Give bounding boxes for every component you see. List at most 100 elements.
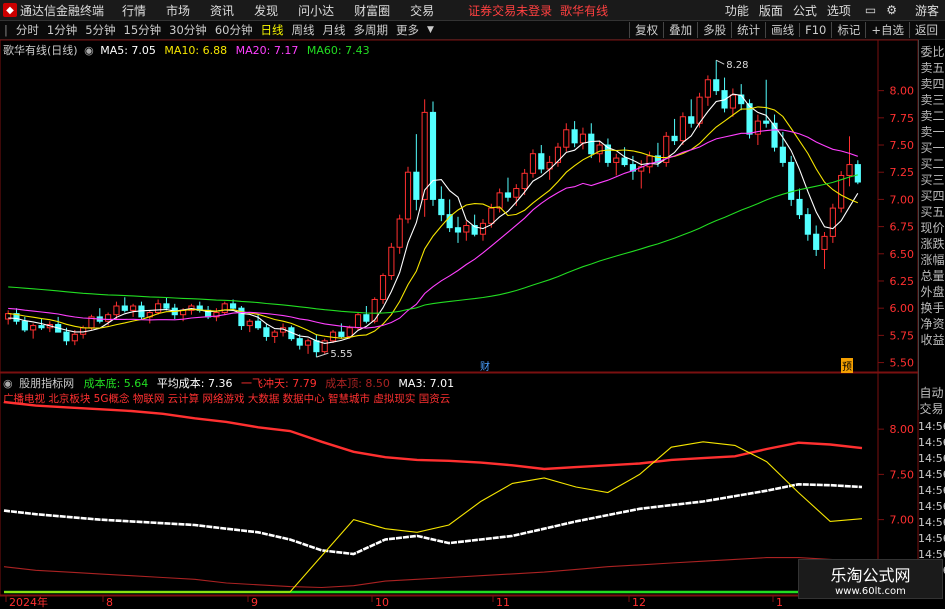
candle-up <box>221 303 228 314</box>
candle-up <box>488 207 495 224</box>
candle-down <box>438 198 445 216</box>
side-panel-item[interactable]: 总量 <box>919 268 945 284</box>
candle-down <box>296 338 303 346</box>
side-panel-item[interactable]: 换手 <box>919 300 945 316</box>
candle-up <box>513 188 520 198</box>
side-panel-item[interactable]: 现价 <box>919 220 945 236</box>
candle-down <box>804 214 811 235</box>
legend-avg-cost: 平均成本: 7.36 <box>156 377 233 390</box>
side-panel-item[interactable]: 买五 <box>919 204 945 220</box>
quote-side-panel: 委比 卖五 卖四 卖三 卖二 卖一 买一 买二 买三 买四 买五 现价 涨跌 涨幅 总量 外盘 换手 净资 收益 <box>918 40 945 410</box>
sub-time-label: 14:56 <box>918 484 945 497</box>
candle-down <box>163 303 170 309</box>
candle-down <box>63 331 70 342</box>
candle-down <box>779 146 786 163</box>
candle-down <box>538 153 545 170</box>
side-panel-item[interactable]: 买一 <box>919 140 945 156</box>
candle-up <box>329 331 337 342</box>
candle-down <box>763 120 770 124</box>
event-marker-finance[interactable]: 财 <box>480 358 490 373</box>
sub-time-label: 14:56 <box>918 436 945 449</box>
candle-up <box>613 157 620 163</box>
sub-tick-label: 8.00 <box>890 423 915 436</box>
main-plot: 8.28 5.55 <box>5 59 861 360</box>
sub-time-labels: 14:56 14:56 14:56 14:56 14:56 14:56 14:56 14:56… <box>918 420 945 580</box>
candle-up <box>130 305 137 311</box>
candle-up <box>829 207 836 237</box>
candle-down <box>121 305 128 311</box>
extreme-pointer <box>715 59 725 65</box>
candle-down <box>454 227 462 233</box>
candle-up <box>71 333 78 342</box>
sub-time-label: 14:56 <box>918 452 945 465</box>
candle-up <box>246 320 253 327</box>
price-tick-label: 6.25 <box>890 275 915 288</box>
candle-down <box>813 233 820 250</box>
candle-up <box>346 327 353 337</box>
side-panel-item[interactable]: 买四 <box>919 188 945 204</box>
legend-cost-top: 成本顶: 8.50 <box>325 377 390 390</box>
main-legend-name: 歌华有线(日线) <box>3 44 78 57</box>
candle-up <box>521 172 528 190</box>
price-tick-label: 5.75 <box>890 329 915 342</box>
side-panel-item[interactable]: 委比 <box>919 44 945 60</box>
side-panel-item[interactable]: 卖三 <box>919 92 945 108</box>
candle-down <box>429 111 437 200</box>
candle-up <box>105 314 112 322</box>
sub-time-label: 14:56 <box>918 500 945 513</box>
side-panel-item[interactable]: 卖五 <box>919 60 945 76</box>
side-panel-item[interactable]: 涨幅 <box>919 252 945 268</box>
price-chart[interactable]: 8.28 5.55 8.00 7.75 7.50 7.25 7.00 6.75 6.50 6.2… <box>0 0 945 609</box>
side-panel-item[interactable]: 收益 <box>919 332 945 348</box>
price-tick-label: 7.75 <box>890 112 915 125</box>
main-legend-settings-icon[interactable]: ◉ <box>84 44 94 57</box>
legend-ma20: MA20: 7.17 <box>235 44 299 57</box>
candle-down <box>504 192 512 198</box>
date-tick-label: 2024年 <box>9 595 48 609</box>
candle-down <box>788 161 795 200</box>
date-tick-label: 9 <box>251 596 258 609</box>
side-panel-item[interactable]: 买三 <box>919 172 945 188</box>
candle-up <box>421 111 428 200</box>
side-panel-item[interactable]: 涨跌 <box>919 236 945 252</box>
auto-label[interactable]: 自动 <box>918 385 945 401</box>
candle-up <box>155 303 162 314</box>
side-panel-item[interactable]: 买二 <box>919 156 945 172</box>
trade-label[interactable]: 交易 <box>918 401 945 417</box>
price-tick-label: 7.00 <box>890 193 915 206</box>
side-panel-item[interactable]: 净资 <box>919 316 945 332</box>
candle-up <box>379 275 387 300</box>
sub-legend: ◉ 股朋指标网 成本底: 5.64 平均成本: 7.36 一飞冲天: 7.79 … <box>3 375 454 391</box>
candle-up <box>388 246 395 277</box>
sub-line <box>3 400 863 471</box>
main-legend: 歌华有线(日线) ◉ MA5: 7.05 MA10: 6.88 MA20: 7.… <box>3 42 370 58</box>
date-tick-label: 12 <box>632 596 646 609</box>
sub-settings-icon[interactable]: ◉ <box>3 377 13 390</box>
side-panel-item[interactable]: 卖一 <box>919 124 945 140</box>
candle-down <box>621 157 628 166</box>
side-panel-item[interactable]: 外盘 <box>919 284 945 300</box>
event-marker-forecast[interactable]: 预 <box>841 358 853 373</box>
legend-ma3: MA3: 7.01 <box>398 377 455 390</box>
candle-up <box>463 225 470 233</box>
candle-up <box>30 325 37 331</box>
sub-time-label: 14:56 <box>918 516 945 529</box>
sub-time-label: 14:56 <box>918 468 945 481</box>
price-tick-label: 6.75 <box>890 221 915 234</box>
candle-up <box>563 129 570 148</box>
candle-down <box>338 331 345 337</box>
legend-ma10: MA10: 6.88 <box>164 44 228 57</box>
side-panel-item[interactable]: 卖二 <box>919 108 945 124</box>
date-tick-label: 1 <box>776 596 783 609</box>
price-tick-label: 7.25 <box>890 166 915 179</box>
candle-down <box>713 79 720 92</box>
side-panel-item[interactable]: 卖四 <box>919 76 945 92</box>
price-tick-label: 5.50 <box>890 357 915 370</box>
price-tick-label: 8.00 <box>890 85 915 98</box>
candle-up <box>846 164 853 176</box>
candle-down <box>229 303 237 309</box>
sub-line <box>3 482 863 556</box>
sub-time-label: 14:56 <box>918 532 945 545</box>
axes: 8.00 7.75 7.50 7.25 7.00 6.75 6.50 6.25 6.00 5.75… <box>5 85 915 609</box>
candle-up <box>529 153 537 174</box>
